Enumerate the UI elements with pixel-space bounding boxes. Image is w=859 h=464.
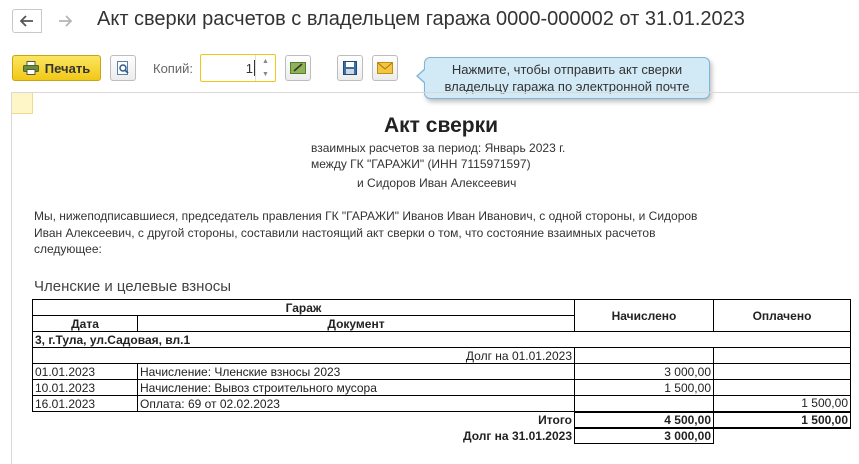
back-button[interactable] <box>12 9 42 33</box>
edit-icon <box>290 62 306 74</box>
total-accrued: 4 500,00 <box>574 410 714 429</box>
copies-field[interactable]: ▲ ▼ <box>200 54 276 82</box>
spin-up-icon[interactable]: ▲ <box>256 55 275 68</box>
row-paid <box>713 379 851 396</box>
save-icon <box>343 61 357 75</box>
send-email-button[interactable] <box>372 55 398 81</box>
header-document: Документ <box>137 315 575 332</box>
copies-input[interactable] <box>203 57 253 79</box>
row-paid <box>713 363 851 380</box>
closing-empty <box>714 428 851 444</box>
printer-icon <box>22 61 39 75</box>
arrow-left-icon <box>20 15 33 27</box>
total-paid: 1 500,00 <box>713 410 851 429</box>
row-document: Оплата: 69 от 02.02.2023 <box>137 395 575 412</box>
closing-balance-row: Долг на 31.01.2023 3 000,00 <box>33 427 851 444</box>
row-document: Начисление: Вывоз строительного мусора <box>137 379 575 396</box>
opening-balance-accrued <box>574 347 714 364</box>
row-date: 16.01.2023 <box>32 395 138 412</box>
header-paid: Оплачено <box>713 299 851 332</box>
row-paid: 1 500,00 <box>713 395 851 412</box>
forward-button[interactable] <box>50 9 80 33</box>
garage-name: 3, г.Тула, ул.Садовая, вл.1 <box>32 331 851 348</box>
page-title: Акт сверки расчетов с владельцем гаража … <box>97 8 745 30</box>
counterparty-line: и Сидоров Иван Алексеевич <box>357 176 517 190</box>
preview-icon <box>117 61 129 75</box>
row-accrued: 3 000,00 <box>574 363 714 380</box>
closing-spacer <box>33 428 138 444</box>
garage-row: 3, г.Тула, ул.Садовая, вл.1 <box>32 331 851 348</box>
table-row: 10.01.2023 Начисление: Вывоз строительно… <box>32 379 851 396</box>
header-garage: Гараж <box>32 299 575 316</box>
opening-balance-paid <box>713 347 851 364</box>
row-date: 10.01.2023 <box>32 379 138 396</box>
total-label: Итого <box>538 412 572 427</box>
total-row: Итого 4 500,00 1 500,00 <box>33 410 851 429</box>
section-title: Членские и целевые взносы <box>34 278 232 295</box>
copies-stepper[interactable]: ▲ ▼ <box>255 55 275 81</box>
header-accrued: Начислено <box>574 299 714 332</box>
parties-line: между ГК "ГАРАЖИ" (ИНН 7115971597) <box>311 157 531 171</box>
spin-down-icon[interactable]: ▼ <box>256 68 275 81</box>
row-date: 01.01.2023 <box>32 363 138 380</box>
closing-balance-label: Долг на 31.01.2023 <box>463 428 572 443</box>
copies-label: Копий: <box>153 61 193 76</box>
reconciliation-table: Гараж Начислено Оплачено Дата Документ 3… <box>32 299 851 444</box>
row-accrued: 1 500,00 <box>574 379 714 396</box>
print-button-label: Печать <box>44 60 91 76</box>
save-button[interactable] <box>337 55 363 81</box>
intro-paragraph: Мы, нижеподписавшиеся, председатель прав… <box>34 209 698 256</box>
arrow-right-icon <box>59 15 72 27</box>
closing-balance-value: 3 000,00 <box>574 427 714 444</box>
document-title: Акт сверки <box>384 114 499 137</box>
envelope-icon <box>377 62 393 74</box>
title-bar: Акт сверки расчетов с владельцем гаража … <box>0 0 859 44</box>
row-document: Начисление: Членские взносы 2023 <box>137 363 575 380</box>
table-row: 16.01.2023 Оплата: 69 от 02.02.2023 1 50… <box>32 395 851 412</box>
header-date: Дата <box>32 315 138 332</box>
opening-balance-row: Долг на 01.01.2023 <box>32 347 851 364</box>
document-corner-cell[interactable] <box>12 93 33 114</box>
total-spacer <box>33 412 138 428</box>
row-accrued <box>574 395 714 412</box>
edit-button[interactable] <box>285 55 311 81</box>
preview-button[interactable] <box>110 55 136 81</box>
print-button[interactable]: Печать <box>12 55 101 81</box>
table-row: 01.01.2023 Начисление: Членские взносы 2… <box>32 363 851 380</box>
opening-balance-label: Долг на 01.01.2023 <box>32 347 575 364</box>
table-header-row: Гараж Начислено Оплачено <box>32 299 851 332</box>
period-line: взаимных расчетов за период: Январь 2023… <box>311 141 566 155</box>
